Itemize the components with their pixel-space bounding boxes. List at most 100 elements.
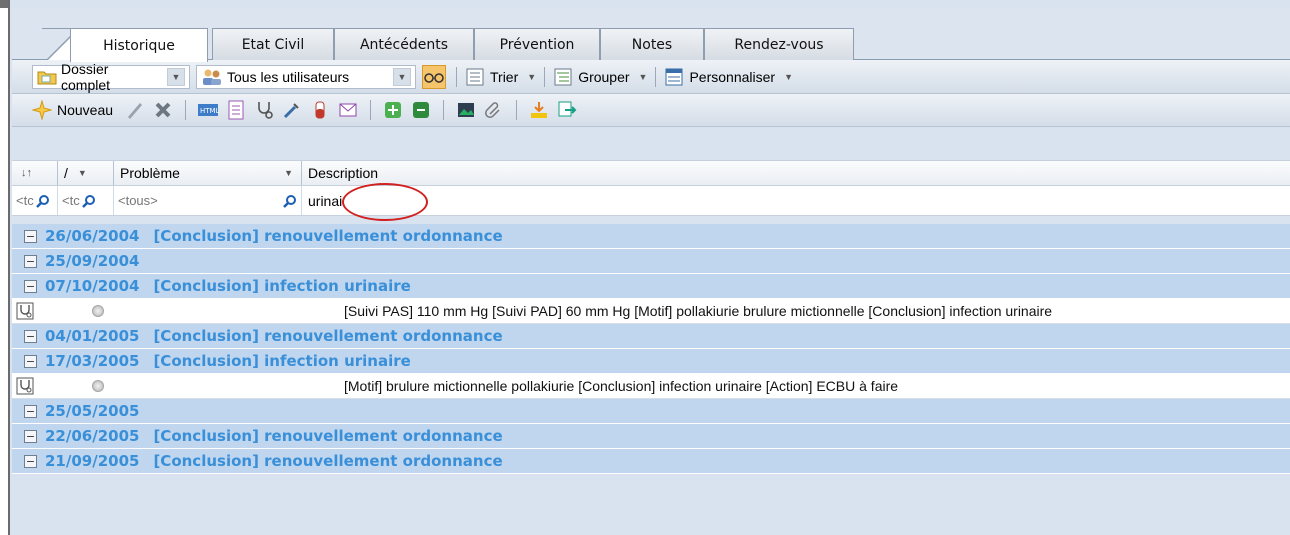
add-green-icon[interactable]: [381, 98, 405, 122]
toolbar-separator: [655, 66, 657, 87]
detail-description: [Motif] brulure mictionnelle pollakiurie…: [344, 378, 899, 394]
dossier-select[interactable]: Dossier complet ▼: [32, 61, 190, 93]
trier-button[interactable]: Trier ▼: [465, 67, 536, 87]
tab-historique[interactable]: Historique: [70, 28, 208, 62]
column-header-description[interactable]: Description: [302, 161, 1290, 185]
tab-etat-civil[interactable]: Etat Civil: [212, 28, 334, 61]
filter-2-value: <tc: [62, 193, 80, 208]
collapse-icon[interactable]: −: [24, 354, 37, 368]
column-header-probleme[interactable]: Problème ▼: [114, 161, 302, 185]
group-row[interactable]: −26/06/2004 [Conclusion] renouvellement o…: [12, 224, 1290, 249]
group-date: 07/10/2004: [45, 277, 140, 295]
group-date: 22/06/2005: [45, 427, 140, 445]
filter-probleme-value: <tous>: [118, 193, 158, 208]
description-header-label: Description: [308, 165, 379, 181]
sort-arrows-icon: ↓↑: [18, 167, 33, 179]
filter-cell-2[interactable]: <tc: [58, 186, 114, 215]
filter-cell-1[interactable]: <tc: [12, 186, 58, 215]
personnaliser-button[interactable]: Personnaliser ▼: [664, 67, 793, 87]
group-summary: [Conclusion] renouvellement ordonnance: [153, 452, 503, 470]
status-dot-icon: [92, 380, 104, 392]
copy-green-icon[interactable]: [409, 98, 433, 122]
filter-cell-probleme[interactable]: <tous>: [114, 186, 302, 215]
chevron-down-icon: ▼: [527, 71, 537, 82]
paperclip-icon[interactable]: [482, 98, 506, 122]
glasses-icon[interactable]: [422, 64, 446, 89]
group-summary: [Conclusion] renouvellement ordonnance: [153, 327, 503, 345]
group-date: 17/03/2005: [45, 352, 140, 370]
tab-notes[interactable]: Notes: [600, 28, 704, 61]
edit-pencil-icon[interactable]: [123, 98, 147, 122]
group-row[interactable]: −25/05/2005: [12, 399, 1290, 424]
group-icon: [554, 68, 572, 85]
toolbar-separator: [516, 100, 518, 120]
nouveau-button[interactable]: Nouveau: [32, 100, 113, 120]
group-row[interactable]: −04/01/2005 [Conclusion] renouvellement o…: [12, 324, 1290, 349]
tab-rendez-vous[interactable]: Rendez-vous: [704, 28, 854, 61]
grouper-button[interactable]: Grouper ▼: [553, 67, 647, 87]
search-icon: [35, 194, 49, 208]
chevron-down-icon: ▼: [77, 168, 87, 178]
detail-row[interactable]: [Suivi PAS] 110 mm Hg [Suivi PAD] 60 mm …: [12, 299, 1290, 324]
toolbar-separator: [443, 100, 445, 120]
import-icon[interactable]: [527, 98, 551, 122]
group-row[interactable]: −21/09/2005 [Conclusion] renouvellement o…: [12, 449, 1290, 474]
search-icon: [283, 194, 296, 208]
document-icon[interactable]: [224, 98, 248, 122]
group-summary: [Conclusion] infection urinaire: [153, 352, 411, 370]
group-row[interactable]: −07/10/2004 [Conclusion] infection urinai…: [12, 274, 1290, 299]
group-date: 21/09/2005: [45, 452, 140, 470]
letter-icon[interactable]: [336, 98, 360, 122]
collapse-icon[interactable]: −: [24, 229, 37, 243]
group-row[interactable]: −22/06/2005 [Conclusion] renouvellement o…: [12, 424, 1290, 449]
detail-description: [Suivi PAS] 110 mm Hg [Suivi PAD] 60 mm …: [344, 303, 1053, 319]
filter-1-value: <tc: [16, 193, 34, 208]
lab-tube-icon[interactable]: [308, 98, 332, 122]
syringe-icon[interactable]: [280, 98, 304, 122]
image-icon[interactable]: [454, 98, 478, 122]
delete-icon[interactable]: [151, 98, 175, 122]
grid-header: ↓↑ / ▼ Problème ▼ Description: [12, 160, 1290, 186]
tab-strip: Historique Etat Civil Antécédents Préven…: [12, 8, 1290, 62]
column-2-label: /: [64, 165, 68, 181]
personnaliser-label: Personnaliser: [689, 68, 776, 85]
collapse-icon[interactable]: −: [24, 429, 37, 443]
collapse-icon[interactable]: −: [24, 454, 37, 468]
column-header-2[interactable]: / ▼: [58, 161, 114, 185]
collapse-icon[interactable]: −: [24, 404, 37, 418]
html-export-icon[interactable]: HTML: [196, 98, 220, 122]
sort-icon: [466, 68, 484, 85]
probleme-header-label: Problème: [120, 165, 180, 181]
toolbar-separator: [544, 66, 546, 87]
toolbar-separator: [185, 100, 187, 120]
stethoscope-icon: [16, 377, 34, 398]
users-select[interactable]: Tous les utilisateurs ▼: [196, 64, 416, 89]
folder-icon: [37, 71, 57, 84]
stethoscope-icon[interactable]: [252, 98, 276, 122]
collapse-icon[interactable]: −: [24, 254, 37, 268]
detail-row[interactable]: [Motif] brulure mictionnelle pollakiurie…: [12, 374, 1290, 399]
group-summary: [Conclusion] infection urinaire: [153, 277, 411, 295]
collapse-icon[interactable]: −: [24, 279, 37, 293]
filter-row: <tc <tc <tous>: [12, 186, 1290, 216]
tab-prevention[interactable]: Prévention: [474, 28, 600, 61]
chevron-down-icon[interactable]: ▼: [393, 67, 411, 86]
grouper-label: Grouper: [578, 68, 630, 85]
users-icon: [203, 69, 221, 85]
export-icon[interactable]: [555, 98, 579, 122]
group-row[interactable]: −17/03/2005 [Conclusion] infection urinai…: [12, 349, 1290, 374]
collapse-icon[interactable]: −: [24, 329, 37, 343]
view-toolbar: Dossier complet ▼ Tous les utilisateurs …: [12, 60, 1290, 94]
status-dot-icon: [92, 305, 104, 317]
chevron-down-icon: ▼: [638, 71, 648, 82]
description-filter-input[interactable]: [308, 189, 608, 212]
group-row[interactable]: −25/09/2004: [12, 249, 1290, 274]
filter-cell-description[interactable]: [302, 186, 1290, 215]
group-date: 04/01/2005: [45, 327, 140, 345]
search-icon: [81, 194, 95, 208]
chevron-down-icon[interactable]: ▼: [167, 67, 185, 86]
sparkle-icon: [32, 100, 52, 120]
column-header-sort[interactable]: ↓↑: [12, 161, 58, 185]
toolbar-separator: [370, 100, 372, 120]
tab-antecedents[interactable]: Antécédents: [334, 28, 474, 61]
